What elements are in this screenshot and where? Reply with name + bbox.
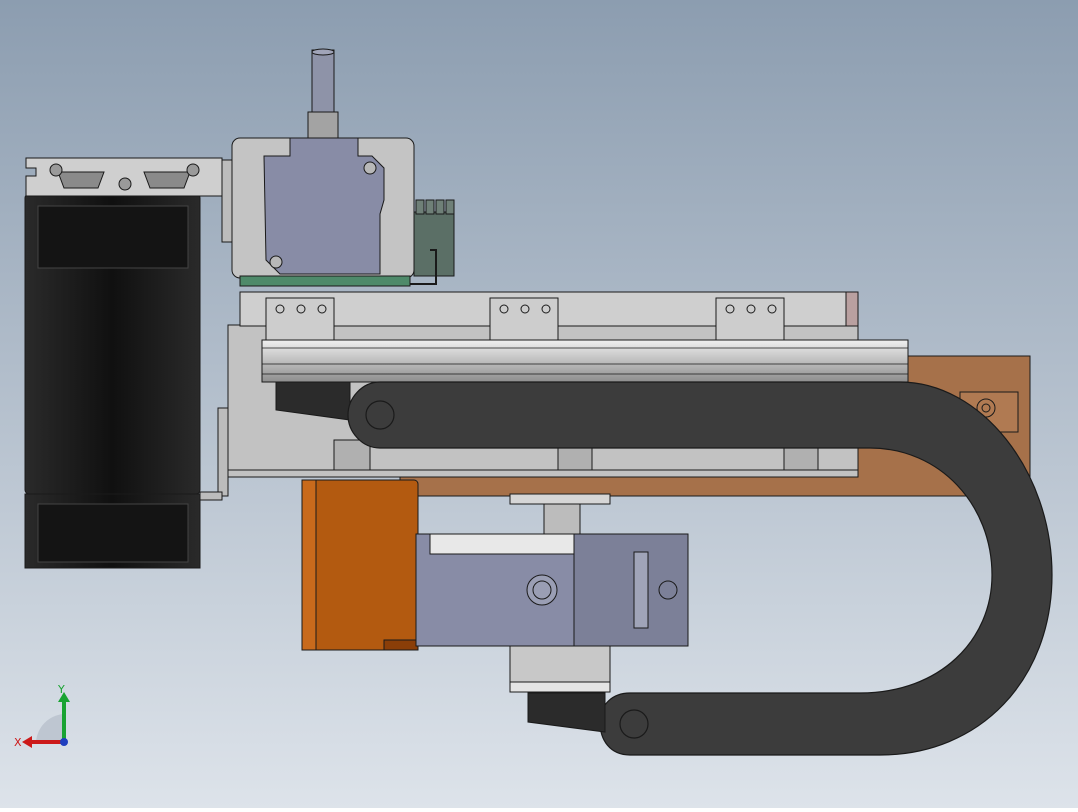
mounting-tab-left: [265, 297, 335, 341]
orange-gearbox: [301, 479, 419, 651]
linear-rail: [261, 339, 909, 383]
belt-housing: [24, 193, 229, 569]
mounting-tab-middle: [489, 297, 559, 341]
motor-connector: [410, 199, 455, 285]
mounting-tab-right: [715, 297, 785, 341]
coordinate-triad: Y X: [10, 683, 80, 754]
cad-viewport[interactable]: Y X: [0, 0, 1078, 808]
triad-x-arrowhead: [22, 736, 32, 748]
triad-z-axis: [60, 738, 68, 746]
assembly-drawing: [0, 0, 1078, 808]
triad-plane-arc: [36, 714, 64, 742]
triad-y-label: Y: [57, 684, 65, 696]
triad-x-label: X: [14, 736, 22, 749]
